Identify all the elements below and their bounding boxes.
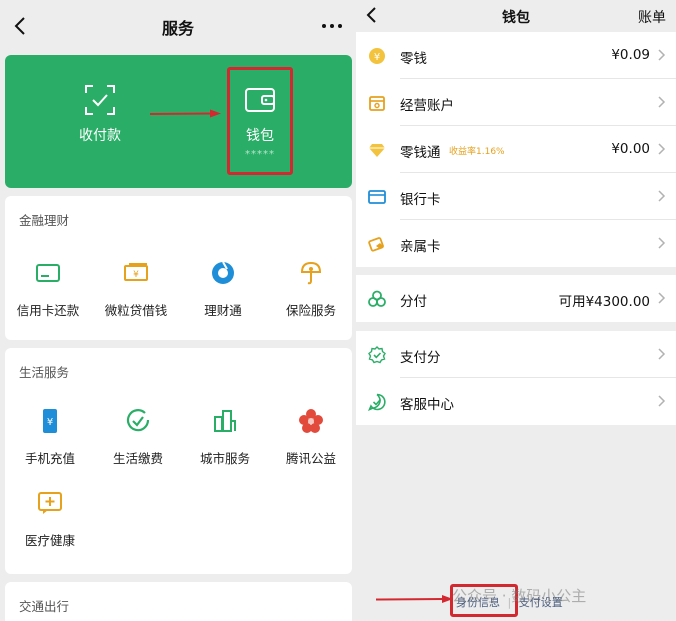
credit-pay-icon: [368, 290, 386, 307]
chevron-right-icon: [658, 49, 666, 61]
business-account-row[interactable]: 经营账户: [356, 79, 676, 126]
svg-text:¥: ¥: [374, 52, 380, 63]
insurance-button[interactable]: 保险服务: [268, 260, 354, 319]
tencent-charity-button[interactable]: 腾讯公益: [268, 408, 354, 467]
svg-text:¥: ¥: [133, 270, 139, 280]
change-row[interactable]: ¥ 零钱 ¥0.09: [356, 32, 676, 79]
identity-info-link[interactable]: 身份信息: [456, 596, 500, 609]
customer-service-row[interactable]: 客服中心: [356, 378, 676, 425]
row-label: 零钱通: [400, 145, 441, 161]
chevron-right-icon: [658, 143, 666, 155]
lingqiantong-row[interactable]: 零钱通 收益率1.16% ¥0.00: [356, 126, 676, 173]
services-navbar: 服务: [0, 0, 356, 52]
page-title: 钱包: [502, 10, 530, 26]
city-service-icon: [214, 410, 236, 432]
change-coin-icon: ¥: [369, 48, 385, 64]
finance-section: 金融理财 信用卡还款 ¥ 微粒贷借钱 理财通 保险服务: [5, 196, 352, 340]
row-label: 零钱: [400, 51, 427, 67]
grid-label: 保险服务: [285, 303, 336, 318]
insurance-icon: [300, 261, 322, 285]
utility-payment-icon: [126, 409, 150, 432]
wallet-navbar: 钱包 账单: [356, 0, 676, 30]
wallet-footer-links: 身份信息 | 支付设置: [456, 594, 563, 610]
chevron-right-icon: [658, 395, 666, 407]
fenfu-row[interactable]: 分付 可用¥4300.00: [356, 275, 676, 322]
wallet-icon: [245, 88, 275, 112]
credit-card-icon: [36, 264, 60, 282]
family-card-row[interactable]: 亲属卡: [356, 220, 676, 267]
life-services-section: 生活服务 ¥ 手机充值 生活缴费 城市服务 腾讯公益 医疗健康: [5, 348, 352, 574]
more-options-icon[interactable]: [318, 12, 346, 40]
licaitong-button[interactable]: 理财通: [180, 260, 266, 319]
wealth-icon: [212, 261, 234, 284]
family-card-icon: [368, 237, 384, 252]
row-value: ¥0.00: [611, 141, 650, 157]
bank-card-icon: [368, 190, 386, 204]
scan-check-icon: [85, 85, 115, 115]
credit-card-repay-button[interactable]: 信用卡还款: [5, 260, 91, 319]
row-label: 分付: [400, 294, 427, 310]
link-separator: |: [507, 596, 512, 609]
wallet-label: 钱包: [246, 128, 274, 144]
yield-rate: 收益率1.16%: [449, 147, 505, 157]
payment-wallet-card: 收付款 钱包 *****: [5, 55, 352, 188]
loan-icon: ¥: [124, 263, 148, 281]
grid-label: 城市服务: [199, 451, 250, 466]
chevron-right-icon: [658, 96, 666, 108]
phone-topup-button[interactable]: ¥ 手机充值: [7, 408, 93, 467]
business-account-icon: [369, 96, 385, 111]
row-label: 经营账户: [400, 98, 454, 114]
chevron-right-icon: [658, 237, 666, 249]
pay-score-row[interactable]: 支付分: [356, 331, 676, 378]
credit-pay-group: 分付 可用¥4300.00: [356, 275, 676, 322]
wallet-accounts-group: ¥ 零钱 ¥0.09 经营账户 零钱通 收益率1.16% ¥0.00 银行卡 亲…: [356, 32, 676, 267]
phone-topup-icon: ¥: [43, 409, 57, 433]
row-label: 客服中心: [400, 397, 454, 413]
page-title: 服务: [161, 19, 194, 38]
row-label: 亲属卡: [400, 239, 441, 255]
bank-card-row[interactable]: 银行卡: [356, 173, 676, 220]
row-value: 可用¥4300.00: [558, 294, 650, 310]
section-title: 金融理财: [19, 213, 70, 228]
city-service-button[interactable]: 城市服务: [182, 408, 268, 467]
row-value: ¥0.09: [611, 47, 650, 63]
chevron-right-icon: [658, 292, 666, 304]
medical-icon: [38, 492, 62, 514]
grid-label: 微粒贷借钱: [104, 303, 168, 318]
utility-payment-button[interactable]: 生活缴费: [95, 408, 181, 467]
svg-text:¥: ¥: [47, 417, 53, 428]
grid-label: 医疗健康: [24, 533, 75, 548]
pay-score-icon: [368, 346, 386, 364]
section-title: 生活服务: [19, 365, 70, 380]
section-title: 交通出行: [19, 599, 70, 614]
receive-pay-label: 收付款: [79, 128, 121, 144]
bill-button[interactable]: 账单: [638, 7, 666, 27]
red-arrow-annotation: [376, 595, 453, 603]
grid-label: 理财通: [204, 303, 242, 318]
wallet-balance-hidden: *****: [245, 149, 275, 160]
row-label: 银行卡: [400, 192, 441, 208]
chevron-right-icon: [658, 190, 666, 202]
payment-settings-link[interactable]: 支付设置: [519, 596, 563, 609]
diamond-icon: [369, 144, 385, 157]
grid-label: 信用卡还款: [16, 303, 80, 318]
weilidai-loan-button[interactable]: ¥ 微粒贷借钱: [93, 260, 179, 319]
medical-health-button[interactable]: 医疗健康: [7, 490, 93, 549]
receive-pay-button[interactable]: 收付款: [40, 55, 160, 188]
row-label: 支付分: [400, 350, 441, 366]
chevron-right-icon: [658, 348, 666, 360]
grid-label: 手机充值: [24, 451, 75, 466]
services-page: 服务 收付款 钱包 ***** 金融理财 信用卡还款 ¥ 微粒贷借钱 理财通 保…: [0, 0, 356, 621]
grid-label: 腾讯公益: [285, 451, 336, 466]
transport-section: 交通出行: [5, 582, 352, 621]
service-group: 支付分 客服中心: [356, 331, 676, 425]
charity-icon: [299, 409, 323, 433]
grid-label: 生活缴费: [112, 451, 163, 466]
customer-service-icon: [368, 393, 386, 411]
wallet-page: 钱包 账单 ¥ 零钱 ¥0.09 经营账户 零钱通 收益率1.16% ¥0.00…: [356, 0, 676, 621]
wallet-button[interactable]: 钱包 *****: [200, 55, 320, 188]
